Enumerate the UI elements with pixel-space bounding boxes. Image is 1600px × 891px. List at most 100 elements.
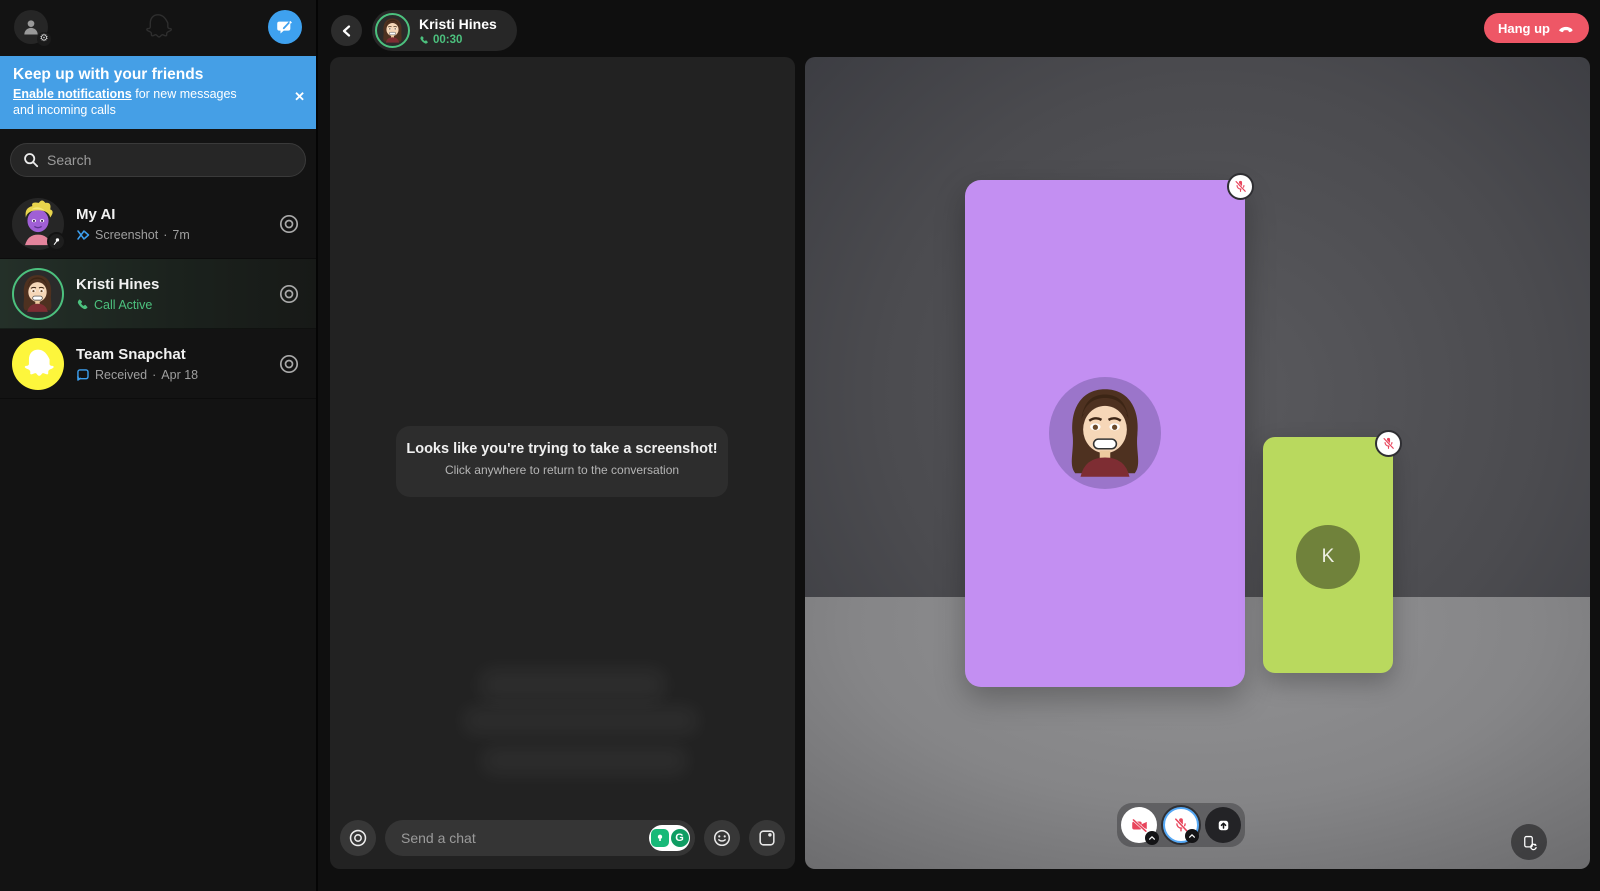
chat-input[interactable]	[401, 830, 643, 846]
emoji-smiley-icon	[713, 829, 731, 847]
screen-rotate-icon	[1523, 835, 1537, 850]
video-off-icon	[1130, 816, 1149, 835]
chat-header: Kristi Hines 00:30	[331, 10, 517, 51]
enable-notifications-link[interactable]: Enable notifications	[13, 87, 132, 101]
self-initial-avatar: K	[1296, 525, 1360, 589]
gallery-button[interactable]	[749, 820, 785, 856]
chat-input-container[interactable]: G	[385, 820, 695, 856]
conversation-list: My AI Screenshot · 7m Kristi Hines Call …	[0, 189, 316, 399]
status-time: 7m	[172, 227, 190, 242]
kristi-avatar	[1049, 377, 1161, 489]
chat-received-icon	[77, 368, 89, 381]
meta-separator: ·	[163, 227, 168, 242]
conversation-name: My AI	[76, 205, 116, 223]
grammarly-icon: G	[670, 829, 689, 847]
video-options-expander[interactable]	[1145, 831, 1159, 845]
camera-icon[interactable]	[278, 353, 300, 375]
call-timer: 00:30	[419, 34, 497, 46]
banner-title: Keep up with your friends	[13, 66, 204, 83]
avatar-wrap	[12, 337, 64, 390]
conversation-row-kristi-hines[interactable]: Kristi Hines Call Active	[0, 259, 316, 329]
blurred-message	[480, 669, 665, 701]
banner-body-rest: for new messages	[131, 87, 237, 101]
hang-up-label: Hang up	[1498, 20, 1550, 36]
conversation-name: Team Snapchat	[76, 345, 186, 363]
gallery-icon	[759, 830, 775, 846]
banner-body: Enable notifications for new messages and…	[13, 87, 282, 118]
chevron-left-icon	[342, 24, 350, 37]
status-text: Screenshot	[95, 227, 159, 242]
share-arrow-up-icon	[1218, 820, 1228, 830]
profile-button[interactable]: ⚙	[14, 9, 51, 46]
hang-up-button[interactable]: Hang up	[1484, 13, 1589, 43]
camera-icon[interactable]	[278, 213, 300, 235]
participant-tile-kristi	[965, 180, 1245, 687]
meta-separator: ·	[152, 367, 157, 382]
phone-icon	[76, 298, 89, 311]
conversation-name: Kristi Hines	[76, 275, 160, 293]
compose-chat-icon	[277, 20, 292, 34]
rotate-screen-button[interactable]	[1511, 824, 1547, 860]
hang-up-phone-icon	[1559, 26, 1573, 33]
mic-off-icon	[1381, 436, 1396, 451]
call-peer-header[interactable]: Kristi Hines 00:30	[372, 10, 517, 51]
blurred-message	[482, 747, 687, 774]
screenshot-warning-subtitle: Click anywhere to return to the conversa…	[444, 463, 680, 477]
team-snapchat-avatar	[12, 337, 64, 390]
back-button[interactable]	[331, 15, 362, 46]
camera-icon[interactable]	[278, 283, 300, 305]
conversation-row-team-snapchat[interactable]: Team Snapchat Received · Apr 18	[0, 329, 316, 399]
chat-input-row: G	[340, 820, 785, 856]
chat-panel[interactable]: Looks like you're trying to take a scree…	[330, 57, 795, 869]
conversation-status: Call Active	[76, 298, 266, 312]
search-section	[0, 129, 316, 189]
kristi-avatar	[12, 267, 64, 320]
new-chat-button[interactable]	[268, 9, 302, 44]
conversation-info: My AI Screenshot · 7m	[76, 206, 266, 242]
call-timer-value: 00:30	[433, 33, 463, 46]
snapchat-ghost-icon	[18, 344, 58, 384]
muted-mic-badge	[1227, 173, 1254, 200]
toggle-mic-button[interactable]	[1163, 807, 1199, 843]
conversation-info: Team Snapchat Received · Apr 18	[76, 346, 266, 382]
mic-off-icon	[1233, 179, 1248, 194]
status-text: Received	[95, 367, 148, 382]
camera-button[interactable]	[340, 820, 376, 856]
search-icon	[24, 153, 39, 168]
call-controls-bar	[1117, 803, 1245, 847]
avatar-wrap	[12, 197, 66, 251]
status-text: Call Active	[94, 297, 153, 312]
screenshot-status-icon	[77, 229, 90, 240]
sidebar-topbar: ⚙	[0, 0, 316, 53]
peer-name: Kristi Hines	[419, 15, 497, 32]
toggle-video-button[interactable]	[1121, 807, 1159, 845]
phone-icon	[419, 35, 429, 45]
screenshot-warning-title: Looks like you're trying to take a scree…	[406, 441, 718, 457]
peer-info: Kristi Hines 00:30	[419, 16, 497, 46]
conversation-status: Screenshot · 7m	[76, 228, 266, 242]
snapchat-ghost-logo-icon[interactable]	[141, 10, 175, 44]
pin-icon	[47, 231, 66, 251]
video-call-panel: K	[805, 57, 1590, 869]
avatar-wrap	[12, 267, 64, 320]
search-input[interactable]	[47, 152, 293, 168]
grammarly-extension-widget[interactable]: G	[649, 825, 690, 851]
banner-body-line2: and incoming calls	[13, 102, 116, 117]
conversation-status: Received · Apr 18	[76, 368, 266, 382]
sidebar: ⚙ Keep up with your friends Enable notif…	[0, 0, 318, 891]
muted-mic-badge	[1375, 430, 1402, 457]
emoji-button[interactable]	[704, 820, 740, 856]
screenshot-warning-card[interactable]: Looks like you're trying to take a scree…	[396, 426, 728, 497]
conversation-row-my-ai[interactable]: My AI Screenshot · 7m	[0, 189, 316, 259]
banner-close-icon[interactable]: ✕	[294, 89, 305, 105]
chevron-up-icon	[1149, 836, 1155, 840]
status-time: Apr 18	[161, 367, 199, 382]
extension-bulb-icon	[650, 829, 669, 847]
participant-tile-self: K	[1263, 437, 1393, 673]
chevron-up-icon	[1189, 834, 1195, 838]
share-screen-button[interactable]	[1205, 807, 1241, 843]
mic-options-expander[interactable]	[1185, 829, 1199, 843]
conversation-info: Kristi Hines Call Active	[76, 276, 266, 312]
notifications-banner: Keep up with your friends Enable notific…	[0, 56, 316, 129]
search-bar[interactable]	[10, 143, 306, 177]
